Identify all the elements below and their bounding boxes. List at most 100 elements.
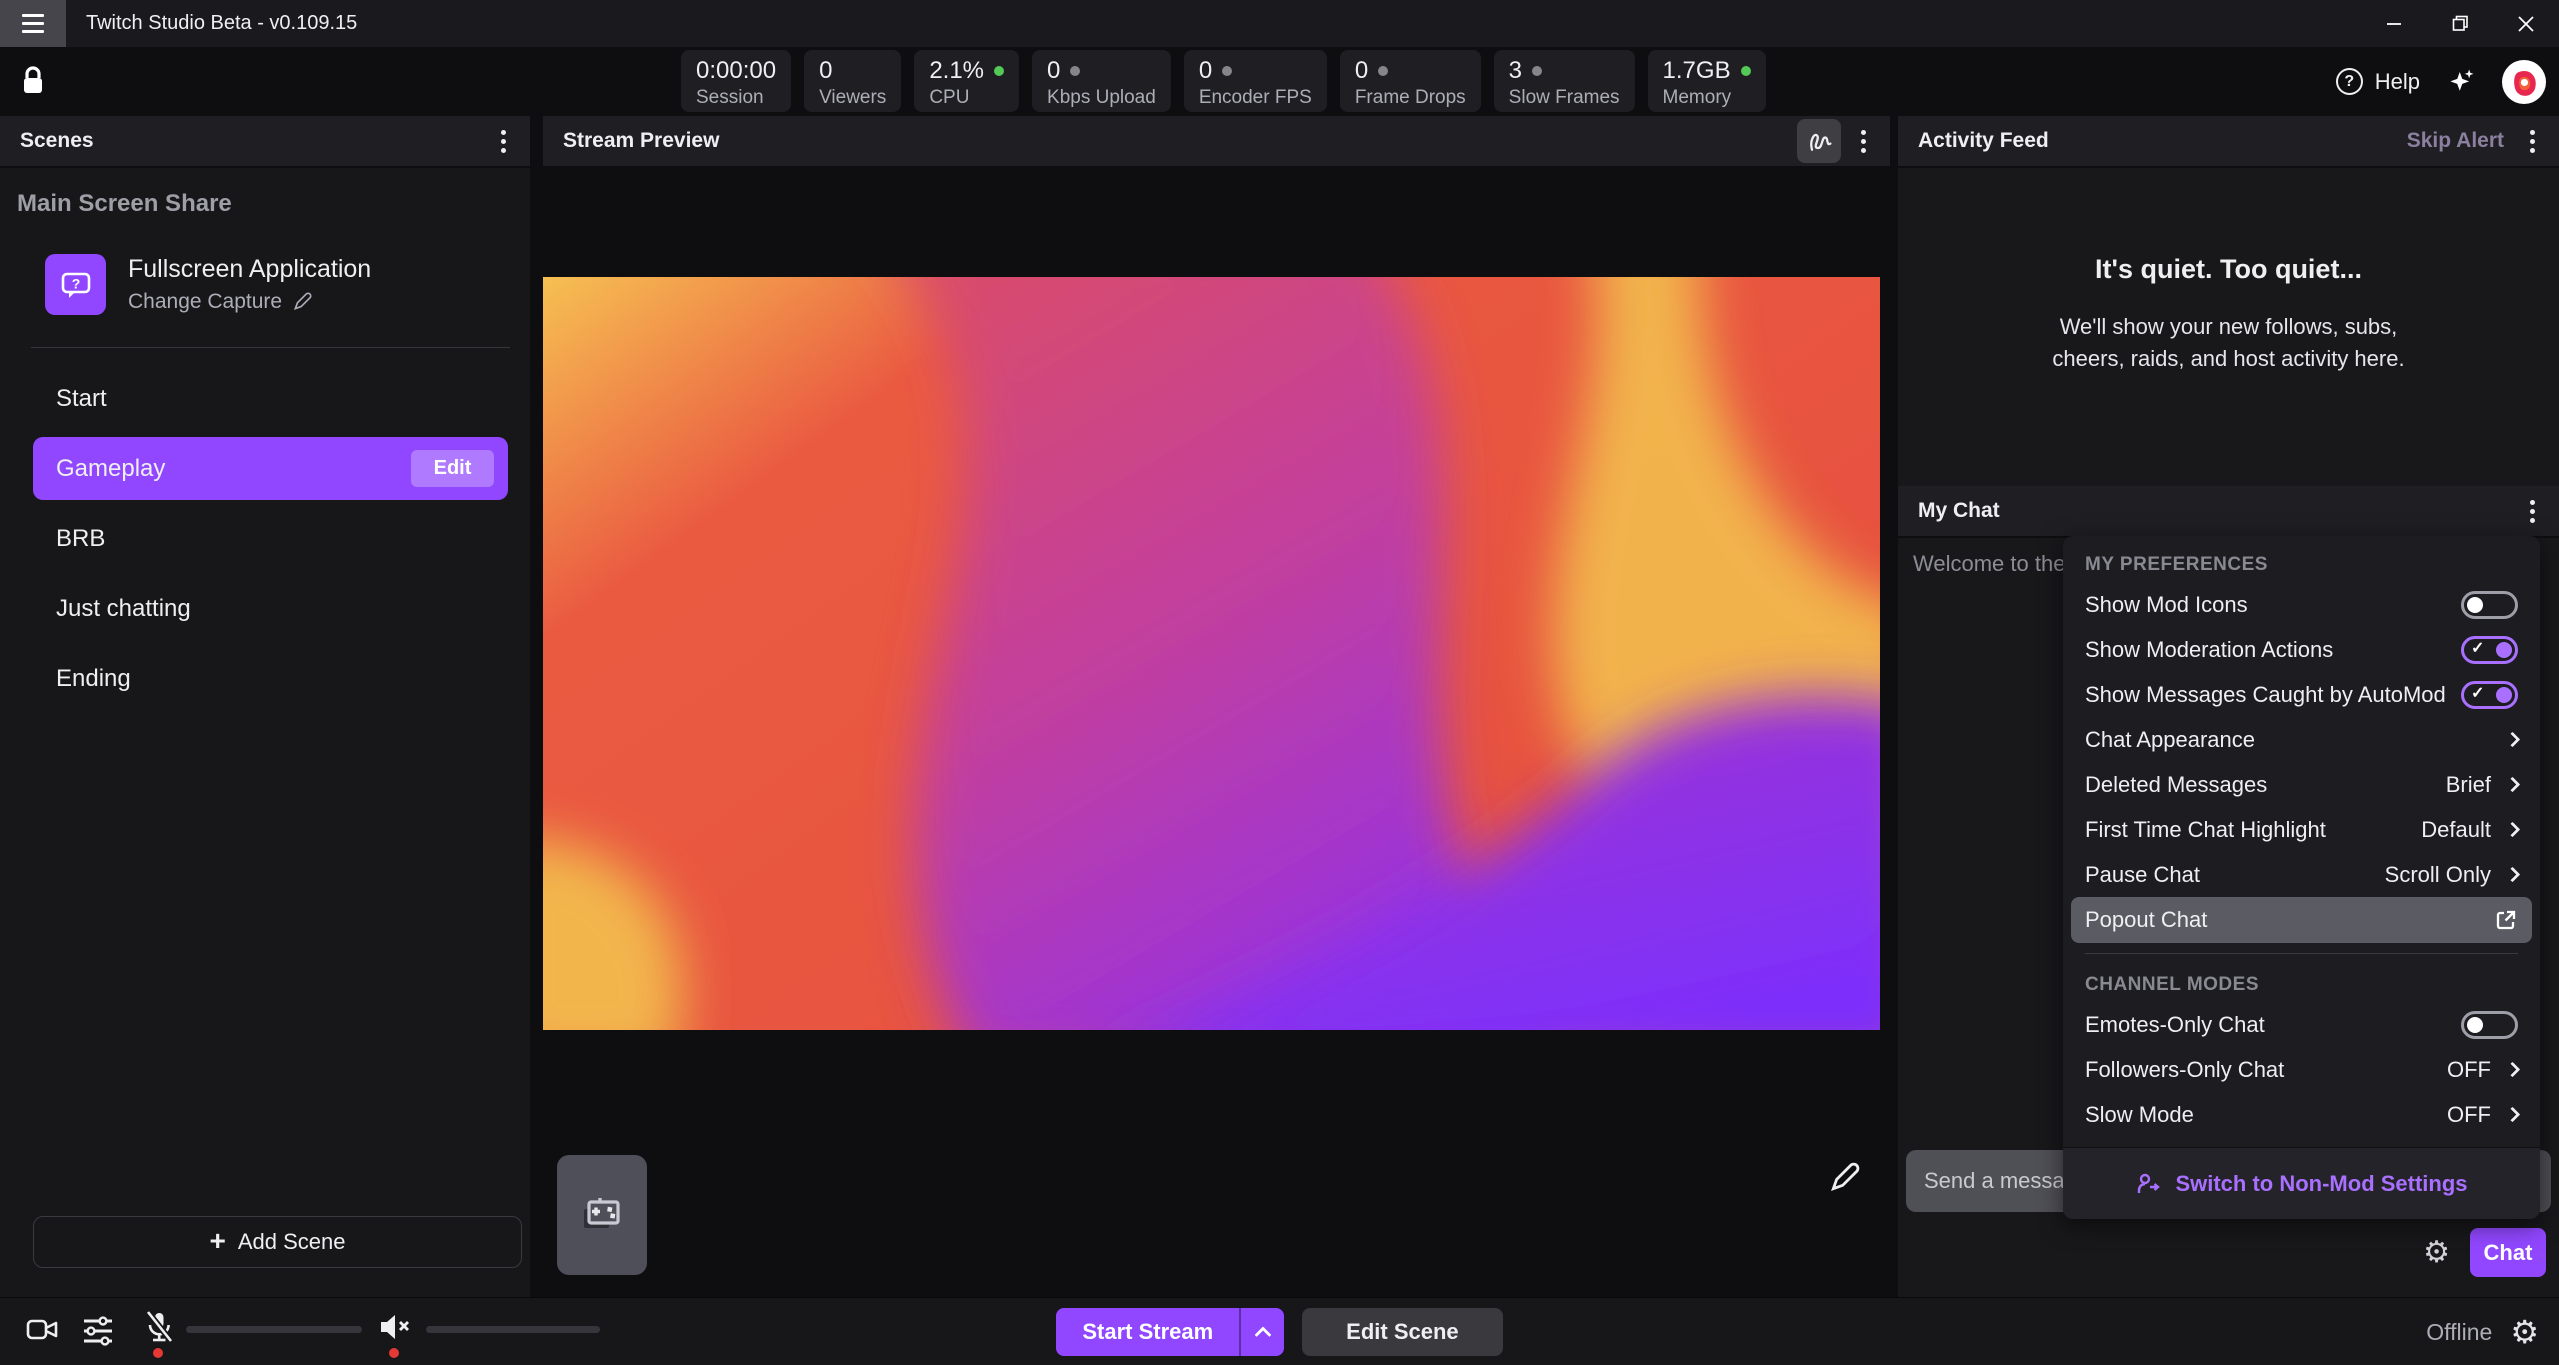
scene-item-ending[interactable]: Ending [33,647,508,710]
capture-source-title: Fullscreen Application [128,255,371,284]
twitch-studio-window: Twitch Studio Beta - v0.109.15 [0,0,2559,1365]
skip-alert-link[interactable]: Skip Alert [2407,129,2504,153]
draw-overlay-button[interactable] [1797,119,1841,163]
capture-source-row[interactable]: ? Fullscreen Application Change Capture [45,254,530,315]
toggle-show-moderation-actions[interactable]: ✓ [2461,636,2518,664]
edit-scene-button[interactable]: Edit Scene [1302,1308,1502,1356]
minimize-icon [2386,16,2402,32]
scene-layer-thumbnail-button[interactable] [557,1155,647,1275]
toggle-show-automod-messages[interactable]: ✓ [2461,681,2518,709]
menu-item-first-time-chat-highlight[interactable]: First Time Chat Highlight Default [2063,807,2540,852]
stats-toolbar: 0:00:00 Session 0 Viewers 2.1% CPU 0 Kbp… [0,47,2559,116]
chevron-right-icon [2505,1062,2521,1078]
my-chat-title: My Chat [1918,499,2000,523]
avatar-logo-icon [2506,64,2542,100]
speaker-volume-slider[interactable] [426,1326,600,1333]
video-camera-icon [26,1315,60,1345]
check-icon: ✓ [2471,683,2484,703]
toggle-show-mod-icons[interactable] [2461,591,2518,619]
avatar[interactable] [2502,60,2546,104]
title-bar: Twitch Studio Beta - v0.109.15 [0,0,2559,47]
activity-empty-title: It's quiet. Too quiet... [1958,254,2499,285]
svg-text:?: ? [71,275,80,291]
menu-item-popout-chat[interactable]: Popout Chat [2071,897,2532,943]
stats-row: 0:00:00 Session 0 Viewers 2.1% CPU 0 Kbp… [681,50,1766,112]
chat-settings-gear-icon[interactable]: ⚙ [2423,1238,2450,1268]
menu-item-slow-mode[interactable]: Slow Mode OFF [2063,1092,2540,1137]
menu-item-show-automod-messages[interactable]: Show Messages Caught by AutoMod ✓ [2063,672,2540,717]
scene-item-just-chatting[interactable]: Just chatting [33,577,508,640]
start-stream-button[interactable]: Start Stream [1056,1308,1239,1356]
window-title: Twitch Studio Beta - v0.109.15 [86,12,357,35]
mic-muted-indicator-dot [153,1348,163,1358]
scenes-kebab-menu-icon[interactable] [495,126,512,157]
divider [2085,953,2518,954]
chat-settings-menu: MY PREFERENCES Show Mod Icons Show Moder… [2063,536,2540,1219]
mixer-sliders-icon [82,1315,114,1347]
lock-icon[interactable] [20,65,46,102]
status-dot-gray [1378,66,1388,76]
scene-item-gameplay[interactable]: Gameplay Edit [33,437,508,500]
edit-scene-inline-button[interactable]: Edit [411,450,494,487]
chat-send-button[interactable]: Chat [2470,1228,2546,1277]
microphone-mute-button[interactable] [140,1308,178,1351]
activity-feed-title: Activity Feed [1918,129,2049,153]
close-button[interactable] [2493,0,2559,47]
help-icon: ? [2336,68,2363,95]
stream-preview-panel: Stream Preview [543,116,1890,1297]
chevron-right-icon [2505,732,2521,748]
activity-feed-panel: Activity Feed Skip Alert It's quiet. Too… [1898,116,2559,486]
scene-item-brb[interactable]: BRB [33,507,508,570]
menu-item-chat-appearance[interactable]: Chat Appearance [2063,717,2540,762]
minimize-button[interactable] [2361,0,2427,47]
settings-gear-icon[interactable]: ⚙ [2510,1316,2539,1348]
menu-item-show-moderation-actions[interactable]: Show Moderation Actions ✓ [2063,627,2540,672]
signature-squiggle-icon [1805,127,1833,155]
speaker-mute-button[interactable] [378,1312,412,1347]
bottom-control-bar: Start Stream Edit Scene Offline ⚙ [0,1297,2559,1365]
scenes-panel: Scenes Main Screen Share ? Fullscreen Ap… [0,116,530,1297]
edit-layer-pencil-icon[interactable] [1828,1162,1860,1199]
activity-empty-description: We'll show your new follows, subs, cheer… [1958,311,2499,375]
sparkle-icon[interactable] [2446,67,2476,97]
scene-list: Start Gameplay Edit BRB Just chatting En… [0,367,530,710]
scenes-panel-title: Scenes [20,129,94,153]
menu-item-deleted-messages[interactable]: Deleted Messages Brief [2063,762,2540,807]
status-dot-green [1741,66,1751,76]
start-stream-options-button[interactable] [1239,1308,1284,1356]
game-capture-icon [579,1193,625,1237]
activity-empty-state: It's quiet. Too quiet... We'll show your… [1898,168,2559,375]
menu-item-pause-chat[interactable]: Pause Chat Scroll Only [2063,852,2540,897]
chevron-right-icon [2505,822,2521,838]
add-scene-button[interactable]: + Add Scene [33,1216,522,1268]
hamburger-menu-icon[interactable] [0,0,66,47]
speaker-muted-indicator-dot [389,1348,399,1358]
scene-item-start[interactable]: Start [33,367,508,430]
stat-frame-drops: 0 Frame Drops [1340,50,1481,112]
stream-preview-image [543,277,1880,1030]
status-dot-gray [1222,66,1232,76]
restore-button[interactable] [2427,0,2493,47]
popout-external-link-icon [2494,908,2518,932]
status-dot-green [994,66,1004,76]
close-icon [2518,16,2534,32]
activity-kebab-menu-icon[interactable] [2524,126,2541,157]
stat-encoder-fps: 0 Encoder FPS [1184,50,1327,112]
change-capture-link[interactable]: Change Capture [128,290,371,314]
menu-item-show-mod-icons[interactable]: Show Mod Icons [2063,582,2540,627]
toggle-emotes-only-chat[interactable] [2461,1011,2518,1039]
audio-mixer-button[interactable] [82,1315,114,1352]
chat-kebab-menu-icon[interactable] [2524,496,2541,527]
mic-volume-slider[interactable] [186,1326,362,1333]
stat-session: 0:00:00 Session [681,50,791,112]
preview-kebab-menu-icon[interactable] [1855,126,1872,157]
divider [31,347,510,348]
menu-section-channel-modes: CHANNEL MODES [2063,964,2540,1002]
help-button[interactable]: ? Help [2336,68,2420,95]
stat-slow-frames: 3 Slow Frames [1494,50,1635,112]
menu-item-emotes-only-chat[interactable]: Emotes-Only Chat [2063,1002,2540,1047]
camera-toggle-button[interactable] [26,1315,60,1350]
start-stream-split-button: Start Stream [1056,1308,1284,1356]
menu-item-followers-only-chat[interactable]: Followers-Only Chat OFF [2063,1047,2540,1092]
switch-to-non-mod-settings-button[interactable]: Switch to Non-Mod Settings [2063,1147,2540,1219]
